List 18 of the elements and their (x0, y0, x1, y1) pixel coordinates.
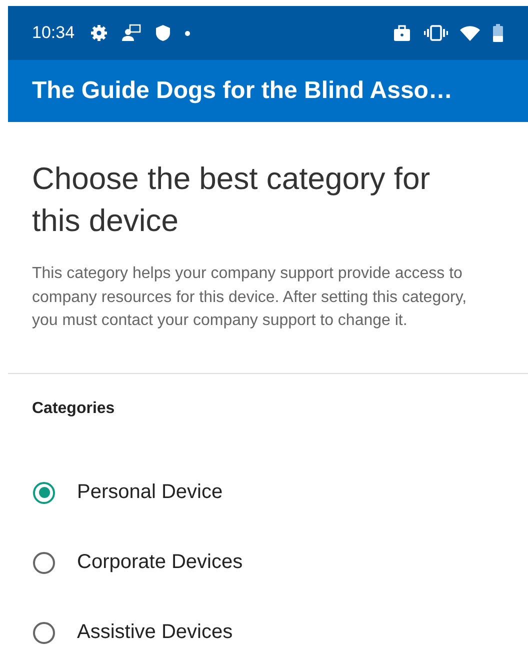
radio-button[interactable] (33, 482, 55, 504)
vibrate-icon (424, 23, 448, 43)
category-option[interactable]: Corporate Devices (77, 551, 243, 574)
briefcase-icon (392, 23, 412, 43)
status-time: 10:34 (32, 23, 75, 43)
page-heading: Choose the best category for this device (32, 160, 432, 240)
category-option[interactable]: Assistive Devices (77, 621, 233, 644)
category-option[interactable]: Personal Device (77, 481, 223, 504)
dot-icon (184, 30, 190, 36)
battery-icon (492, 23, 504, 43)
radio-button[interactable] (33, 552, 55, 574)
person-screen-icon (120, 23, 141, 43)
description-text: This category helps your company support provide access to company resources for this device. After setting this category, you must contact your company support to change it. (32, 264, 468, 331)
wifi-icon (460, 23, 480, 43)
radio-button[interactable] (33, 622, 55, 644)
section-label: Categories (31, 398, 116, 418)
app-title: The Guide Dogs for the Blind Asso… (32, 77, 452, 105)
gear-icon (88, 23, 109, 43)
